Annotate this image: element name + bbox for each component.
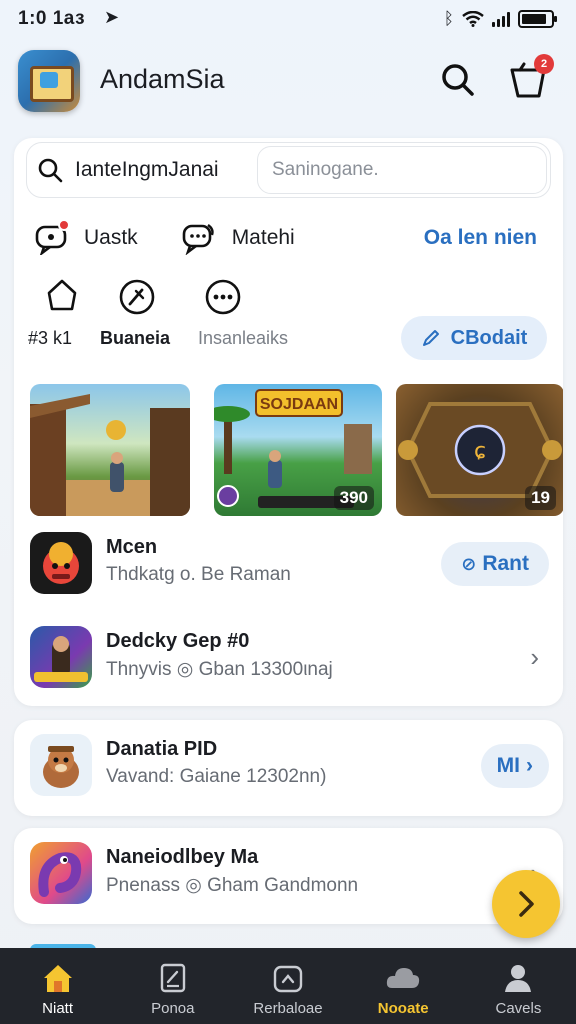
game-avatar [30, 734, 92, 796]
list-item-title: Mcen [106, 536, 158, 558]
status-time: 1:0 1аз [18, 8, 86, 29]
see-all-link[interactable]: Oa len nien [424, 226, 537, 250]
search-text: IanteIngmJanai [75, 158, 219, 181]
list-item[interactable]: Naneiodlbey Ma Pnenass ◎ Gham Gandmonn › [30, 842, 549, 908]
action-messages[interactable]: Matehi [180, 221, 295, 255]
notification-dot [58, 219, 70, 231]
nav-item-profile[interactable]: Cavels [461, 948, 576, 1024]
game-card: Naneiodlbey Ma Pnenass ◎ Gham Gandmonn › [14, 828, 563, 924]
home-outline-icon[interactable] [46, 278, 78, 314]
list-item-subtitle: Thdkatg o. Be Raman [106, 564, 291, 585]
list-item-action-button[interactable]: MI › [480, 744, 549, 788]
cloud-icon [387, 968, 420, 988]
action-chat[interactable]: Uastk [34, 219, 138, 255]
game-card: Danatia PID Vavand: Gaiane 12302nn) MI › [14, 720, 563, 816]
app-logo[interactable] [18, 50, 80, 112]
svg-text:ɕ: ɕ [474, 439, 486, 464]
next-fab-button[interactable] [492, 870, 560, 938]
game-thumbnail[interactable]: SOJDAAN 390 [214, 384, 382, 516]
chevron-right-icon [519, 891, 534, 917]
list-item-subtitle: Thnyvis ◎ Gban 13300ιnaj [106, 659, 333, 680]
location-arrow-icon: ➤ [104, 7, 120, 27]
search-icon [442, 64, 474, 96]
game-avatar [30, 842, 92, 904]
app-header: AndamSia 2 [18, 46, 558, 114]
thumbnail-title: SOJDAAN [260, 396, 338, 413]
list-item[interactable]: Mcen Thdkatg o. Be Raman ⊘ Rant [30, 532, 549, 598]
list-item[interactable]: Dedcky Gep #0 Thnyvis ◎ Gban 13300ιnaj › [30, 626, 549, 692]
game-thumbnails: SOJDAAN 390 ɕ 19 [30, 384, 563, 516]
app-title: AndamSia [100, 64, 225, 94]
game-avatar [30, 532, 92, 594]
search-icon [38, 158, 63, 183]
search-bar: IanteIngmJanai Saninogane. [26, 142, 551, 198]
cart-button[interactable]: 2 [508, 54, 554, 102]
list-item-action-button[interactable]: ⊘ Rant [441, 542, 549, 586]
list-item-subtitle: Pnenass ◎ Gham Gandmonn [106, 875, 359, 896]
game-avatar [30, 626, 92, 688]
more-options-icon[interactable] [204, 278, 242, 316]
nav-item-posts[interactable]: Ponoa [115, 948, 230, 1024]
home-icon [43, 965, 72, 992]
nav-item-home[interactable]: Niatt [0, 948, 115, 1024]
search-field[interactable]: IanteIngmJanai [27, 143, 257, 197]
nav-item-notes[interactable]: Nooate [346, 948, 461, 1024]
quick-action-button[interactable]: CBodait [401, 316, 547, 360]
messages-icon [182, 224, 214, 255]
quick-label-2: Buaneia [100, 328, 171, 348]
wifi-icon [462, 11, 484, 27]
edit-circle-icon[interactable] [118, 278, 156, 316]
thumbnail-badge: 390 [333, 486, 374, 510]
cart-badge: 2 [534, 54, 554, 74]
status-bar: 1:0 1аз ➤ ᛒ [0, 0, 576, 38]
list-item-title: Dedcky Gep #0 [106, 630, 250, 652]
sync-icon: ⊘ [461, 553, 477, 574]
camera-icon [273, 965, 303, 993]
bluetooth-icon: ᛒ [443, 9, 454, 28]
quick-label-1: #3 k1 [28, 328, 73, 348]
actions-row: Uastk Matehi Oa len nien [34, 216, 549, 260]
chevron-right-icon: › [526, 754, 533, 777]
game-thumbnail[interactable] [30, 384, 190, 516]
chevron-right-icon[interactable]: › [530, 642, 539, 673]
list-item[interactable]: Danatia PID Vavand: Gaiane 12302nn) MI › [30, 734, 549, 800]
bottom-nav: Niatt Ponoa Rerbaloae Nooate Cavels [0, 948, 576, 1024]
list-item-title: Naneiodlbey Ma [106, 846, 259, 868]
quick-icons-row: #3 k1 Buaneia Insanleaiks CBodait [28, 278, 549, 360]
thumbnail-badge: 19 [525, 486, 556, 510]
main-card: IanteIngmJanai Saninogane. Uastk Matehi [14, 138, 563, 706]
nav-item-rewards[interactable]: Rerbaloae [230, 948, 345, 1024]
quick-label-3: Insanleaiks [198, 328, 289, 348]
list-item-title: Danatia PID [106, 738, 218, 760]
game-thumbnail[interactable]: ɕ 19 [396, 384, 563, 516]
edit-icon [160, 963, 185, 993]
list-item-subtitle: Vavand: Gaiane 12302nn) [106, 766, 327, 787]
search-input[interactable]: Saninogane. [257, 146, 547, 194]
game-scene-image [30, 394, 190, 516]
battery-icon [518, 10, 557, 28]
header-search-button[interactable] [438, 60, 478, 100]
signal-icon [492, 11, 510, 27]
pencil-icon [422, 330, 439, 346]
profile-icon [505, 965, 532, 992]
